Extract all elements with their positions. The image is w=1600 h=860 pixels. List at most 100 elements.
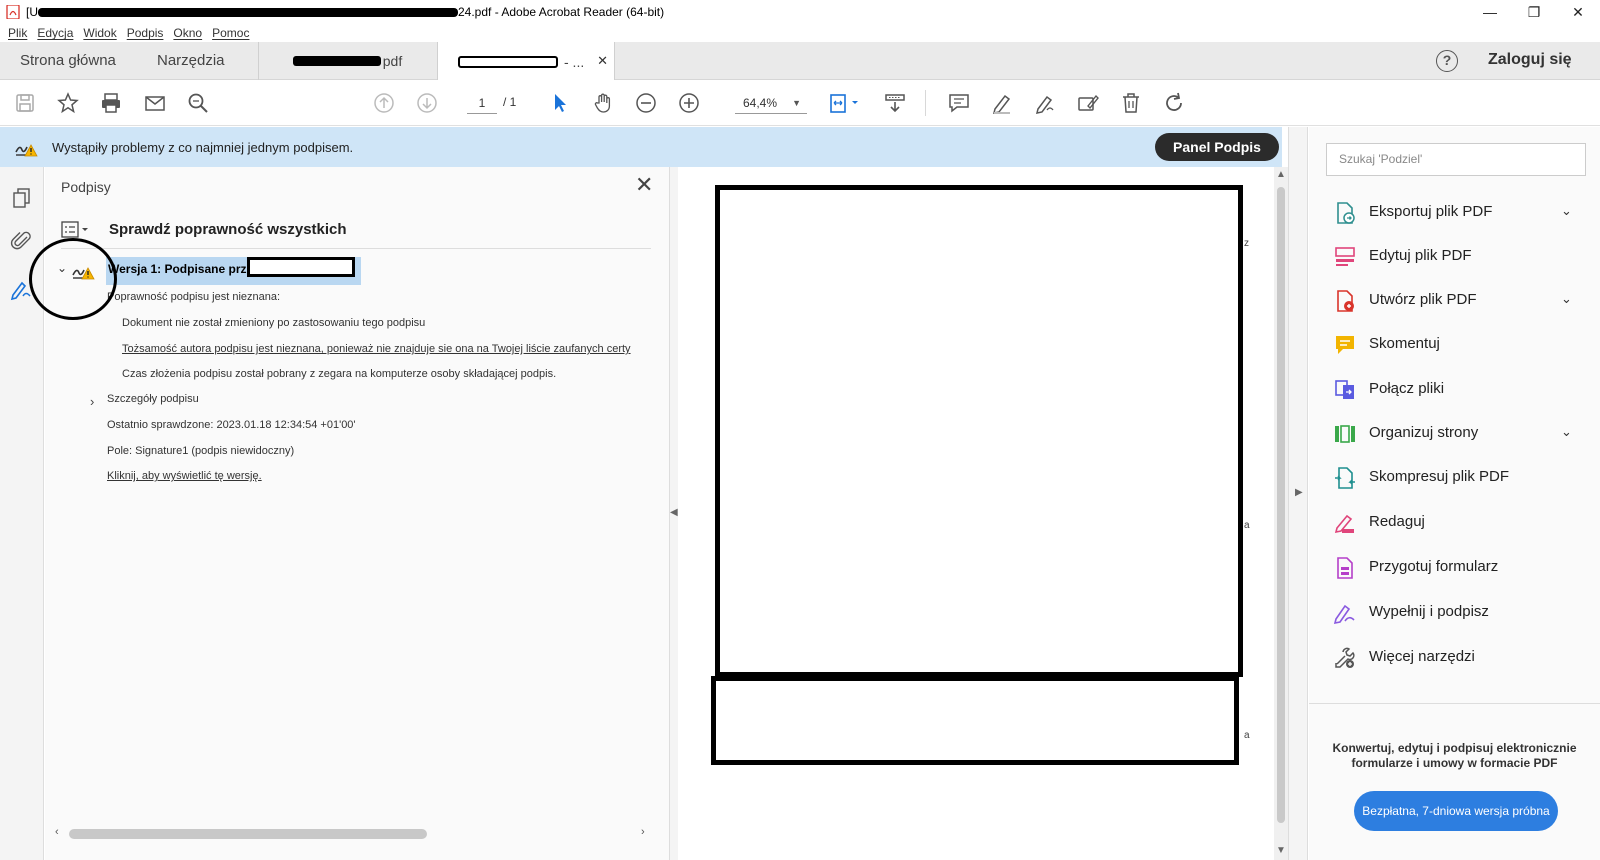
tool-comment[interactable]: Skomentuj: [1309, 325, 1600, 365]
page-fit-icon[interactable]: [828, 91, 862, 115]
zoom-level-select[interactable]: 64,4% ▼: [735, 92, 807, 114]
restore-button[interactable]: ❐: [1512, 0, 1556, 24]
last-checked-text: Ostatnio sprawdzone: 2023.01.18 12:34:54…: [107, 419, 356, 431]
view-version-link[interactable]: Kliknij, aby wyświetlić tę wersję.: [107, 470, 262, 482]
tab-tools[interactable]: Narzędzia: [157, 52, 225, 69]
bookmark-star-icon[interactable]: [56, 91, 80, 115]
attachments-icon[interactable]: [10, 229, 34, 253]
hand-tool-icon[interactable]: [591, 91, 615, 115]
tool-more-tools[interactable]: Więcej narzędzi: [1309, 638, 1600, 678]
chevron-down-icon[interactable]: ⌄: [1561, 203, 1572, 219]
tab-document-2[interactable]: - ... ✕: [437, 42, 615, 81]
signing-time-text: Czas złożenia podpisu został pobrany z z…: [122, 368, 557, 380]
menu-edit[interactable]: Edycja: [37, 26, 73, 40]
close-icon[interactable]: ✕: [635, 174, 653, 196]
tab-bar: Strona główna Narzędzia pdf - ... ✕: [0, 42, 1600, 81]
delete-icon[interactable]: [1119, 91, 1143, 115]
validate-all-label[interactable]: Sprawdź poprawność wszystkich: [109, 221, 347, 238]
document-text-fragment: a: [1244, 730, 1250, 741]
acrobat-app-icon: [6, 5, 20, 19]
scroll-right-icon[interactable]: ›: [641, 826, 645, 838]
signature-warning-icon: [15, 144, 38, 157]
collapse-left-icon[interactable]: ◀: [670, 507, 678, 518]
scroll-left-icon[interactable]: ‹: [55, 826, 59, 838]
tool-edit-pdf[interactable]: Edytuj plik PDF: [1309, 237, 1600, 277]
scrollbar-thumb[interactable]: [69, 829, 427, 839]
email-icon[interactable]: [143, 91, 167, 115]
zoom-in-icon[interactable]: [677, 91, 701, 115]
save-icon[interactable]: [13, 91, 37, 115]
document-text-fragment: z: [1244, 238, 1249, 249]
tab-document-1[interactable]: pdf: [258, 42, 436, 80]
signature-panel-button[interactable]: Panel Podpis: [1155, 133, 1279, 161]
menu-view[interactable]: Widok: [83, 26, 116, 40]
tool-combine-files[interactable]: Połącz pliki: [1309, 370, 1600, 410]
fill-form-icon[interactable]: [1076, 91, 1100, 115]
close-tab-icon[interactable]: ✕: [597, 53, 608, 69]
help-icon[interactable]: ?: [1436, 50, 1458, 72]
redacted-document-content: [715, 185, 1243, 677]
tab-home[interactable]: Strona główna: [20, 52, 116, 69]
tool-create-pdf[interactable]: Utwórz plik PDF ⌄: [1309, 281, 1600, 321]
tools-search-input[interactable]: Szukaj 'Podziel': [1326, 143, 1586, 176]
chevron-right-icon[interactable]: ›: [90, 394, 94, 409]
redacted-filename: [38, 7, 458, 17]
validate-all-row[interactable]: Sprawdź poprawność wszystkich: [61, 215, 651, 249]
scroll-down-icon[interactable]: ▼: [1276, 845, 1286, 856]
redacted-filename: [292, 56, 381, 66]
tool-export-pdf[interactable]: Eksportuj plik PDF ⌄: [1309, 193, 1600, 233]
page-total: / 1: [503, 95, 517, 109]
select-cursor-icon[interactable]: [548, 91, 572, 115]
vertical-scrollbar[interactable]: ▲ ▼: [1274, 167, 1288, 860]
chevron-down-icon[interactable]: ⌄: [1561, 424, 1572, 440]
minimize-button[interactable]: —: [1468, 0, 1512, 24]
edit-pdf-icon: [1335, 247, 1355, 266]
redacted-filename: [458, 55, 558, 68]
menu-help[interactable]: Pomoc: [212, 26, 249, 40]
signatures-panel-title: Podpisy: [61, 179, 111, 195]
tool-fill-sign[interactable]: Wypełnij i podpisz: [1309, 593, 1600, 633]
zoom-out-icon[interactable]: [634, 91, 658, 115]
menu-sign[interactable]: Podpis: [127, 26, 164, 40]
tool-redact[interactable]: Redaguj: [1309, 503, 1600, 543]
free-trial-button[interactable]: Bezpłatna, 7-dniowa wersja próbna: [1354, 791, 1558, 831]
left-panel-splitter[interactable]: ◀: [670, 167, 678, 860]
sign-icon[interactable]: [1033, 91, 1057, 115]
highlight-pen-icon[interactable]: [990, 91, 1014, 115]
identity-unknown-link[interactable]: Tożsamość autora podpisu jest nieznana, …: [122, 343, 631, 355]
chevron-down-icon[interactable]: ⌄: [1561, 291, 1572, 307]
scrollbar-thumb[interactable]: [1277, 187, 1285, 823]
signature-details-toggle[interactable]: Szczegóły podpisu: [107, 393, 199, 405]
horizontal-scrollbar[interactable]: ‹ ›: [55, 826, 650, 840]
scroll-up-icon[interactable]: ▲: [1276, 169, 1286, 180]
tool-organize-pages[interactable]: Organizuj strony ⌄: [1309, 414, 1600, 454]
previous-page-icon[interactable]: [372, 91, 396, 115]
comment-icon[interactable]: [947, 91, 971, 115]
menu-file[interactable]: Plik: [8, 26, 27, 40]
combine-files-icon: [1335, 380, 1354, 399]
signin-button[interactable]: Zaloguj się: [1488, 51, 1572, 69]
tool-label: Organizuj strony: [1369, 424, 1479, 441]
options-menu-icon[interactable]: [61, 221, 91, 239]
tool-label: Eksportuj plik PDF: [1369, 203, 1493, 220]
right-panel-splitter[interactable]: ▶: [1288, 127, 1308, 860]
chevron-down-icon: ▼: [792, 98, 801, 108]
page-thumbnails-icon[interactable]: [10, 186, 34, 210]
scroll-mode-icon[interactable]: [883, 91, 907, 115]
search-icon[interactable]: [186, 91, 210, 115]
window-title-suffix: 24.pdf - Adobe Acrobat Reader (64-bit): [458, 5, 665, 19]
document-text-fragment: a: [1244, 520, 1250, 531]
tool-compress-pdf[interactable]: Skompresuj plik PDF: [1309, 458, 1600, 498]
rotate-icon[interactable]: [1162, 91, 1186, 115]
close-window-button[interactable]: ✕: [1556, 0, 1600, 24]
next-page-icon[interactable]: [415, 91, 439, 115]
page-number-input[interactable]: 1: [467, 92, 497, 114]
signature-warning-bar: Wystąpiły problemy z co najmniej jednym …: [0, 127, 1282, 167]
tool-prepare-form[interactable]: Przygotuj formularz: [1309, 548, 1600, 588]
title-bar: [U 24.pdf - Adobe Acrobat Reader (64-bit…: [0, 0, 1600, 24]
tools-divider: [1309, 703, 1600, 704]
redact-icon: [1334, 514, 1354, 534]
print-icon[interactable]: [99, 91, 123, 115]
collapse-right-icon[interactable]: ▶: [1295, 487, 1303, 498]
menu-window[interactable]: Okno: [173, 26, 202, 40]
